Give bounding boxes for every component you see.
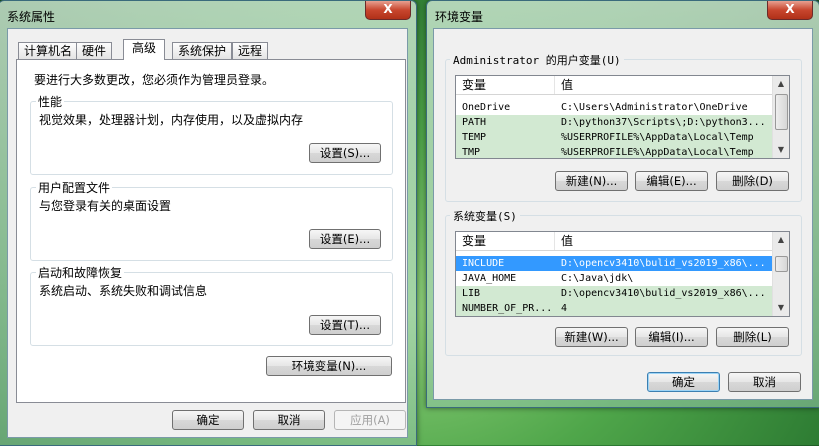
list-header: 变量 值 (456, 76, 773, 95)
variable-value: C:\Users\Administrator\OneDrive (561, 102, 748, 113)
performance-title: 性能 (36, 93, 65, 110)
variable-value: D:\opencv3410\bulid_vs2019_x86\... (561, 258, 766, 269)
list-item[interactable]: INCLUDE D:\opencv3410\bulid_vs2019_x86\.… (456, 256, 773, 271)
close-button[interactable]: X (365, 1, 411, 20)
list-item[interactable]: OneDrive C:\Users\Administrator\OneDrive (456, 100, 773, 115)
list-item[interactable]: LIB D:\opencv3410\bulid_vs2019_x86\... (456, 286, 773, 301)
window-title: 环境变量 (435, 10, 484, 24)
scroll-down-icon[interactable]: ▼ (773, 142, 789, 158)
user-profiles-title: 用户配置文件 (36, 179, 113, 196)
vertical-scrollbar[interactable]: ▲ ▼ (772, 76, 789, 158)
scroll-up-icon[interactable]: ▲ (773, 76, 789, 92)
tab-hardware[interactable]: 硬件 (76, 42, 113, 59)
variable-value: D:\opencv3410\bulid_vs2019_x86\... (561, 288, 766, 299)
environment-variables-window: 环境变量 X Administrator 的用户变量(U) 变量 值 OneDr… (426, 0, 819, 408)
user-edit-button[interactable]: 编辑(E)... (635, 171, 708, 191)
variable-name: NUMBER_OF_PR... (462, 303, 552, 314)
column-header-variable[interactable]: 变量 (456, 232, 555, 250)
title-bar[interactable]: 环境变量 X (427, 1, 819, 29)
startup-recovery-settings-button[interactable]: 设置(T)... (309, 315, 381, 335)
user-variables-list[interactable]: 变量 值 OneDrive C:\Users\Administrator\One… (455, 75, 790, 159)
column-header-variable[interactable]: 变量 (456, 76, 555, 94)
cancel-button[interactable]: 取消 (253, 410, 325, 430)
scrollbar-thumb[interactable] (775, 256, 788, 272)
ok-button[interactable]: 确定 (172, 410, 244, 430)
list-header: 变量 值 (456, 232, 773, 251)
variable-name: TMP (462, 147, 481, 158)
variable-name: TEMP (462, 132, 487, 143)
variable-value: D:\python37\Scripts\;D:\python3... (561, 117, 766, 128)
column-header-value[interactable]: 值 (555, 232, 773, 250)
tab-computer-name[interactable]: 计算机名 (18, 42, 79, 59)
vertical-scrollbar[interactable]: ▲ ▼ (772, 232, 789, 316)
user-new-button[interactable]: 新建(N)... (555, 171, 628, 191)
list-item[interactable]: JAVA_HOME C:\Java\jdk\ (456, 271, 773, 286)
system-new-button[interactable]: 新建(W)... (555, 327, 628, 347)
user-variables-legend: Administrator 的用户变量(U) (450, 52, 624, 68)
scroll-up-icon[interactable]: ▲ (773, 232, 789, 248)
variable-name: INCLUDE (462, 258, 505, 269)
startup-recovery-title: 启动和故障恢复 (36, 264, 125, 281)
variable-name: PATH (462, 117, 487, 128)
variable-name: OneDrive (462, 102, 511, 113)
cancel-button[interactable]: 取消 (728, 372, 801, 392)
ok-button[interactable]: 确定 (647, 372, 720, 392)
system-edit-button[interactable]: 编辑(I)... (635, 327, 708, 347)
system-delete-button[interactable]: 删除(L) (716, 327, 789, 347)
title-bar[interactable]: 系统属性 X (0, 1, 416, 29)
startup-recovery-desc: 系统启动、系统失败和调试信息 (39, 284, 208, 298)
list-item[interactable]: TEMP %USERPROFILE%\AppData\Local\Temp (456, 130, 773, 145)
variable-name: JAVA_HOME (462, 273, 517, 284)
system-variables-legend: 系统变量(S) (450, 208, 520, 224)
apply-button[interactable]: 应用(A) (334, 410, 406, 430)
list-item[interactable]: PATH D:\python37\Scripts\;D:\python3... (456, 115, 773, 130)
scroll-down-icon[interactable]: ▼ (773, 300, 789, 316)
variable-value: 4 (561, 303, 568, 314)
system-properties-window: 系统属性 X 计算机名 硬件 高级 系统保护 远程 要进行大多数更改，您必须作为… (0, 0, 417, 446)
variable-value: %USERPROFILE%\AppData\Local\Temp (561, 132, 754, 143)
performance-desc: 视觉效果，处理器计划，内存使用，以及虚拟内存 (39, 113, 304, 127)
variable-value: C:\Java\jdk\ (561, 273, 634, 284)
performance-settings-button[interactable]: 设置(S)... (309, 143, 381, 163)
list-item[interactable]: TMP %USERPROFILE%\AppData\Local\Temp (456, 145, 773, 158)
advanced-tab-panel: 要进行大多数更改，您必须作为管理员登录。 性能 视觉效果，处理器计划，内存使用，… (16, 59, 406, 403)
user-profiles-settings-button[interactable]: 设置(E)... (309, 229, 381, 249)
system-variables-list[interactable]: 变量 值 INCLUDE D:\opencv3410\bulid_vs2019_… (455, 231, 790, 317)
tab-advanced[interactable]: 高级 (123, 39, 166, 60)
list-item[interactable]: NUMBER_OF_PR... 4 (456, 301, 773, 316)
tab-remote[interactable]: 远程 (232, 42, 269, 59)
scrollbar-thumb[interactable] (775, 94, 788, 130)
close-button[interactable]: X (767, 1, 813, 20)
tab-system-protection[interactable]: 系统保护 (172, 42, 233, 59)
column-header-value[interactable]: 值 (555, 76, 773, 94)
variable-name: LIB (462, 288, 481, 299)
user-delete-button[interactable]: 删除(D) (716, 171, 789, 191)
admin-notice: 要进行大多数更改，您必须作为管理员登录。 (34, 73, 275, 87)
environment-variables-button[interactable]: 环境变量(N)... (266, 356, 392, 376)
variable-value: %USERPROFILE%\AppData\Local\Temp (561, 147, 754, 158)
window-title: 系统属性 (7, 10, 56, 24)
user-profiles-desc: 与您登录有关的桌面设置 (39, 199, 172, 213)
